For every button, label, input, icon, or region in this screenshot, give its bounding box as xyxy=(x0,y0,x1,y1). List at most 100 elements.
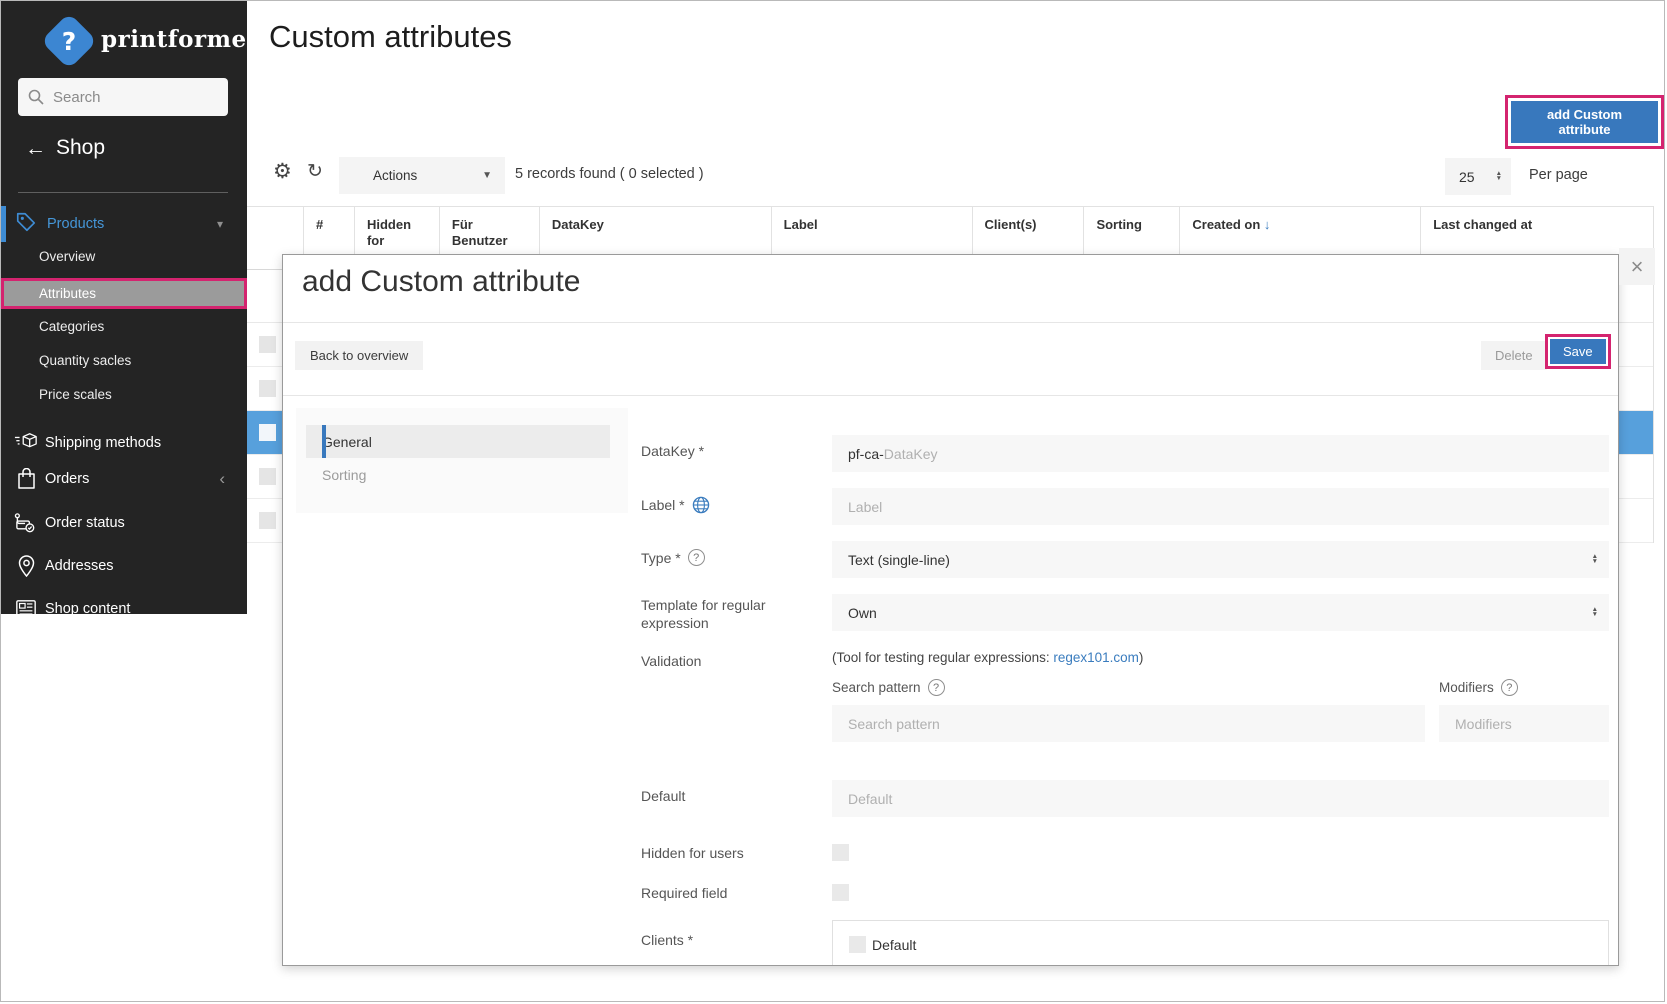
search-pattern-field[interactable] xyxy=(832,705,1425,742)
row-checkbox[interactable] xyxy=(259,512,276,529)
dropdown-arrow-icon: ▼ xyxy=(482,170,492,181)
shipping-box-icon xyxy=(13,432,39,454)
save-button-highlight: Save xyxy=(1545,334,1611,369)
back-to-overview-button[interactable]: Back to overview xyxy=(295,341,424,370)
required-field-checkbox[interactable] xyxy=(832,884,849,901)
chevron-left-icon[interactable]: ‹ xyxy=(219,469,225,489)
label-input[interactable] xyxy=(848,498,1609,515)
datakey-input[interactable] xyxy=(883,445,1609,462)
modal-section-nav: General Sorting xyxy=(296,408,628,513)
spinner-arrows-icon: ▲ ▼ xyxy=(1591,605,1598,618)
help-icon[interactable]: ? xyxy=(687,549,705,566)
spinner-arrows-icon: ▲ ▼ xyxy=(1591,552,1598,565)
refresh-icon[interactable]: ↻ xyxy=(307,160,323,183)
sidebar-item-label: Order status xyxy=(45,515,125,531)
row-checkbox[interactable] xyxy=(259,336,276,353)
help-icon[interactable]: ? xyxy=(927,679,945,696)
records-count-text: 5 records found ( 0 selected ) xyxy=(515,166,704,182)
shopping-bag-icon xyxy=(13,468,39,490)
per-page-label: Per page xyxy=(1529,167,1588,183)
add-custom-attribute-button[interactable]: add Custom attribute xyxy=(1511,101,1658,143)
clients-options-box: Default xyxy=(832,920,1609,965)
sidebar-item-label: Attributes xyxy=(39,286,97,301)
sidebar-item-label: Orders xyxy=(45,471,90,487)
modal-title: add Custom attribute xyxy=(302,265,581,298)
row-checkbox[interactable] xyxy=(259,424,276,441)
modal-divider xyxy=(283,322,1618,323)
sidebar-divider xyxy=(18,192,228,193)
gear-icon[interactable]: ⚙ xyxy=(273,159,292,184)
brand-wordmark: printformer xyxy=(101,26,247,53)
sidebar-item-order-status[interactable]: Order status xyxy=(1,507,247,539)
close-icon[interactable]: × xyxy=(1619,248,1655,285)
active-tab-bar xyxy=(322,425,326,458)
regex101-link[interactable]: regex101.com xyxy=(1053,650,1139,665)
save-button[interactable]: Save xyxy=(1550,339,1606,364)
client-default-checkbox[interactable] xyxy=(849,936,866,953)
sidebar-item-overview[interactable]: Overview xyxy=(39,249,95,264)
add-custom-attribute-highlight: add Custom attribute xyxy=(1505,95,1664,149)
modifiers-input[interactable] xyxy=(1455,715,1609,732)
actions-dropdown[interactable]: Actions ▼ xyxy=(339,157,505,194)
hidden-for-users-label: Hidden for users xyxy=(641,845,744,861)
validation-label: Validation xyxy=(641,653,702,669)
sidebar-item-shipping-methods[interactable]: Shipping methods xyxy=(1,427,247,459)
row-checkbox[interactable] xyxy=(259,468,276,485)
per-page-select[interactable]: 25 ▲ ▼ xyxy=(1445,158,1511,195)
page-title: Custom attributes xyxy=(269,19,512,54)
chevron-down-icon[interactable]: ▾ xyxy=(217,217,223,231)
sidebar-item-addresses[interactable]: Addresses xyxy=(1,550,247,582)
modal-divider xyxy=(283,395,1618,396)
sort-desc-icon[interactable]: ↓ xyxy=(1264,217,1271,232)
regex-tool-note: (Tool for testing regular expressions: r… xyxy=(832,650,1144,665)
clients-label: Clients * xyxy=(641,932,694,948)
template-select[interactable]: Own ▲ ▼ xyxy=(832,594,1609,631)
sidebar-item-attributes-active[interactable]: Attributes xyxy=(1,278,247,309)
default-label: Default xyxy=(641,788,686,804)
template-select-value: Own xyxy=(848,604,877,621)
shop-content-icon xyxy=(13,598,39,614)
sidebar-item-shop-content[interactable]: Shop content xyxy=(1,593,247,614)
default-field[interactable] xyxy=(832,780,1609,817)
type-select-value: Text (single-line) xyxy=(848,551,950,568)
sidebar-item-products[interactable]: Products ▾ xyxy=(1,206,247,242)
order-status-icon xyxy=(13,512,39,534)
add-custom-attribute-modal: add Custom attribute Back to overview De… xyxy=(282,254,1619,966)
search-input[interactable] xyxy=(53,88,203,106)
datakey-prefix: pf-ca- xyxy=(848,445,884,462)
tab-sorting[interactable]: Sorting xyxy=(306,458,610,491)
globe-icon[interactable] xyxy=(692,496,710,514)
required-field-label: Required field xyxy=(641,885,728,901)
sidebar-item-orders[interactable]: Orders ‹ xyxy=(1,463,247,495)
row-checkbox[interactable] xyxy=(259,380,276,397)
sidebar-item-label: Addresses xyxy=(45,558,114,574)
sidebar: ? printformer ← Shop Products ▾ Overview… xyxy=(1,1,247,614)
screenshot-stage: ? printformer ← Shop Products ▾ Overview… xyxy=(0,0,1665,1002)
template-label: Template for regular expression xyxy=(641,597,766,632)
per-page-value: 25 xyxy=(1459,168,1475,185)
brand-logo-glyph: ? xyxy=(61,26,77,56)
modifiers-label: Modifiers ? xyxy=(1439,679,1518,696)
sidebar-item-quantity-scales[interactable]: Quantity sacles xyxy=(39,353,131,368)
help-icon[interactable]: ? xyxy=(1500,679,1518,696)
sidebar-search[interactable] xyxy=(18,78,228,116)
tag-icon xyxy=(15,211,37,238)
label-field[interactable] xyxy=(832,488,1609,525)
sidebar-item-label: Products xyxy=(47,216,105,232)
modifiers-field[interactable] xyxy=(1439,705,1609,742)
sidebar-item-label: Shop content xyxy=(45,601,131,614)
sidebar-item-price-scales[interactable]: Price scales xyxy=(39,387,112,402)
sidebar-back-shop[interactable]: ← Shop xyxy=(25,136,105,160)
tab-general[interactable]: General xyxy=(306,425,610,458)
active-section-bar xyxy=(1,206,6,242)
search-pattern-input[interactable] xyxy=(848,715,1425,732)
delete-button[interactable]: Delete xyxy=(1481,341,1547,370)
hidden-for-users-checkbox[interactable] xyxy=(832,844,849,861)
default-input[interactable] xyxy=(848,790,1609,807)
datakey-field[interactable]: pf-ca- xyxy=(832,435,1609,472)
sidebar-item-categories[interactable]: Categories xyxy=(39,319,104,334)
location-pin-icon xyxy=(13,555,39,577)
client-option-default[interactable]: Default xyxy=(849,936,916,953)
type-select[interactable]: Text (single-line) ▲ ▼ xyxy=(832,541,1609,578)
search-icon xyxy=(28,89,44,105)
